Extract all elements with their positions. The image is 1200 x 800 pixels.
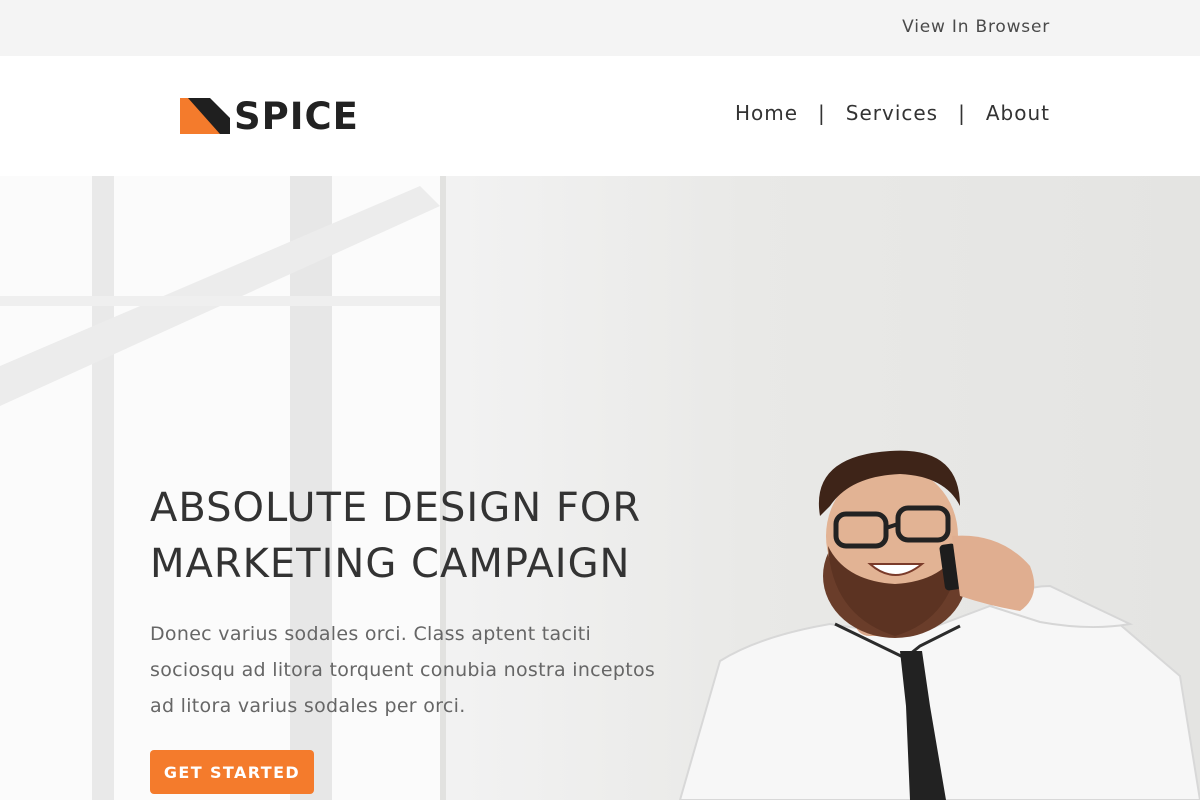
site-header: SPICE Home | Services | About: [0, 56, 1200, 176]
spice-logo-mark-icon: [180, 98, 230, 134]
main-nav: Home | Services | About: [735, 101, 1050, 125]
nav-separator: |: [958, 101, 966, 125]
get-started-button[interactable]: GET STARTED: [150, 750, 314, 794]
nav-separator: |: [818, 101, 826, 125]
nav-services[interactable]: Services: [846, 101, 938, 125]
hero-description: Donec varius sodales orci. Class aptent …: [150, 623, 656, 717]
nav-about[interactable]: About: [986, 101, 1050, 125]
hero-title-line-2: MARKETING CAMPAIGN: [150, 541, 631, 587]
nav-home[interactable]: Home: [735, 101, 798, 125]
hero-title: ABSOLUTE DESIGN FOR MARKETING CAMPAIGN: [150, 480, 710, 592]
logo-text: SPICE: [234, 94, 359, 138]
logo[interactable]: SPICE: [180, 94, 359, 138]
top-utility-bar: View In Browser: [0, 0, 1200, 56]
hero-section: ABSOLUTE DESIGN FOR MARKETING CAMPAIGN D…: [0, 176, 1200, 800]
hero-photo-man-on-phone: [678, 450, 1200, 800]
view-in-browser-link[interactable]: View In Browser: [902, 17, 1050, 37]
hero-title-line-1: ABSOLUTE DESIGN FOR: [150, 485, 642, 531]
